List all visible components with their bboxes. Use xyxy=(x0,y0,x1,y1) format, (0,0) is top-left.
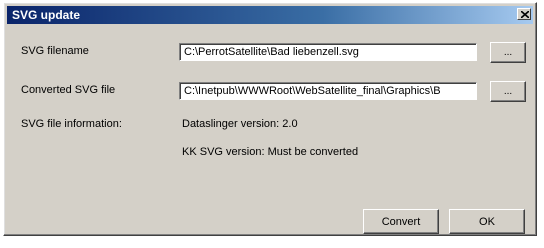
close-icon xyxy=(521,11,529,18)
svg-filename-browse-button[interactable]: ... xyxy=(490,42,526,63)
ok-button[interactable]: OK xyxy=(449,209,525,234)
convert-button[interactable]: Convert xyxy=(363,209,439,234)
converted-svg-file-label: Converted SVG file xyxy=(21,84,116,96)
window-title: SVG update xyxy=(12,8,81,22)
svg-file-information-label: SVG file information: xyxy=(21,118,122,130)
kk-svg-version-text: KK SVG version: Must be converted xyxy=(182,146,359,158)
dataslinger-version-text: Dataslinger version: 2.0 xyxy=(182,118,298,130)
svg-filename-field[interactable] xyxy=(179,43,477,61)
converted-svg-file-field[interactable] xyxy=(179,82,477,100)
svg-update-dialog: SVG update SVG filename ... Converted SV… xyxy=(3,2,537,236)
svg-filename-label: SVG filename xyxy=(21,45,89,57)
title-bar[interactable]: SVG update xyxy=(7,6,533,24)
converted-svg-file-browse-button[interactable]: ... xyxy=(490,81,526,102)
close-button[interactable] xyxy=(517,8,531,20)
